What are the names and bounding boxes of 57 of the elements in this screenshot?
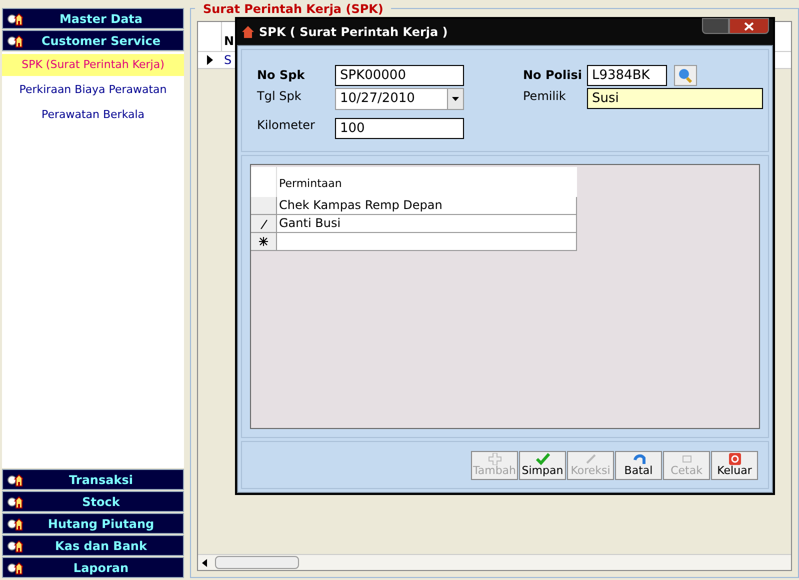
row-pointer-icon: [207, 55, 213, 65]
sidebar-item[interactable]: Perkiraan Biaya Perawatan: [2, 79, 184, 101]
sidebar-group-header[interactable]: Hutang Piutang: [2, 513, 184, 534]
field-label: No Spk: [257, 67, 306, 84]
group-label: Customer Service: [40, 32, 162, 50]
search-button[interactable]: [674, 65, 697, 86]
sidebar-group-header[interactable]: Kas dan Bank: [2, 535, 184, 556]
group-label: Transaksi: [68, 472, 134, 488]
input-field[interactable]: Susi: [587, 88, 763, 109]
printer-icon: [680, 453, 694, 465]
pencil-icon: [260, 218, 268, 228]
field-label: Kilometer: [257, 117, 316, 134]
house-icon: [241, 25, 255, 39]
house-gear-icon: [7, 472, 23, 486]
row-header[interactable]: [251, 233, 276, 250]
group-label: Kas dan Bank: [54, 538, 148, 554]
toolbar-button[interactable]: Keluar: [711, 450, 758, 480]
scroll-left-arrow-icon[interactable]: [202, 558, 207, 566]
sidebar-group-header[interactable]: Laporan: [2, 557, 184, 578]
house-gear-icon: [7, 12, 23, 26]
window-title: SPK ( Surat Perintah Kerja ): [259, 24, 449, 41]
column-header: N: [223, 33, 234, 50]
house-gear-icon: [7, 494, 23, 508]
asterisk-icon: [259, 237, 268, 246]
sidebar-group-header[interactable]: Master Data: [2, 8, 184, 29]
form-title: Surat Perintah Kerja (SPK): [195, 3, 392, 15]
input-field[interactable]: L9384BK: [587, 65, 667, 86]
group-label: Stock: [81, 494, 121, 510]
toolbar-button[interactable]: Batal: [615, 450, 662, 480]
group-label: Hutang Piutang: [46, 516, 156, 532]
house-gear-icon: [7, 34, 23, 48]
close-icon: [744, 22, 754, 30]
horizontal-scrollbar[interactable]: [198, 554, 791, 570]
sidebar-item[interactable]: Perawatan Berkala: [2, 104, 184, 126]
house-gear-icon: [7, 560, 23, 574]
house-gear-icon: [7, 538, 23, 552]
input-field[interactable]: SPK00000: [335, 65, 464, 86]
sidebar-group-header[interactable]: Customer Service: [2, 30, 184, 51]
minimize-button[interactable]: [702, 18, 729, 34]
power-icon: [728, 453, 742, 465]
sidebar-item[interactable]: SPK (Surat Perintah Kerja): [2, 54, 184, 76]
group-label: Master Data: [58, 10, 144, 28]
plus-icon: [488, 453, 502, 465]
checkmark-icon: [536, 453, 550, 465]
field-label: No Polisi: [522, 67, 583, 84]
input-field[interactable]: 100: [335, 118, 464, 139]
field-label: Tgl Spk: [257, 88, 302, 105]
toolbar-button[interactable]: Simpan: [519, 450, 566, 480]
pencil-icon: [584, 453, 598, 465]
group-label: Laporan: [72, 560, 130, 576]
date-dropdown[interactable]: 10/27/2010: [335, 88, 464, 110]
sidebar-group-header[interactable]: Transaksi: [2, 469, 184, 490]
house-gear-icon: [7, 516, 23, 530]
table-cell-text: S: [223, 52, 232, 69]
sidebar-group-header[interactable]: Stock: [2, 491, 184, 512]
close-button[interactable]: [729, 18, 769, 34]
field-label: Pemilik: [522, 88, 567, 105]
